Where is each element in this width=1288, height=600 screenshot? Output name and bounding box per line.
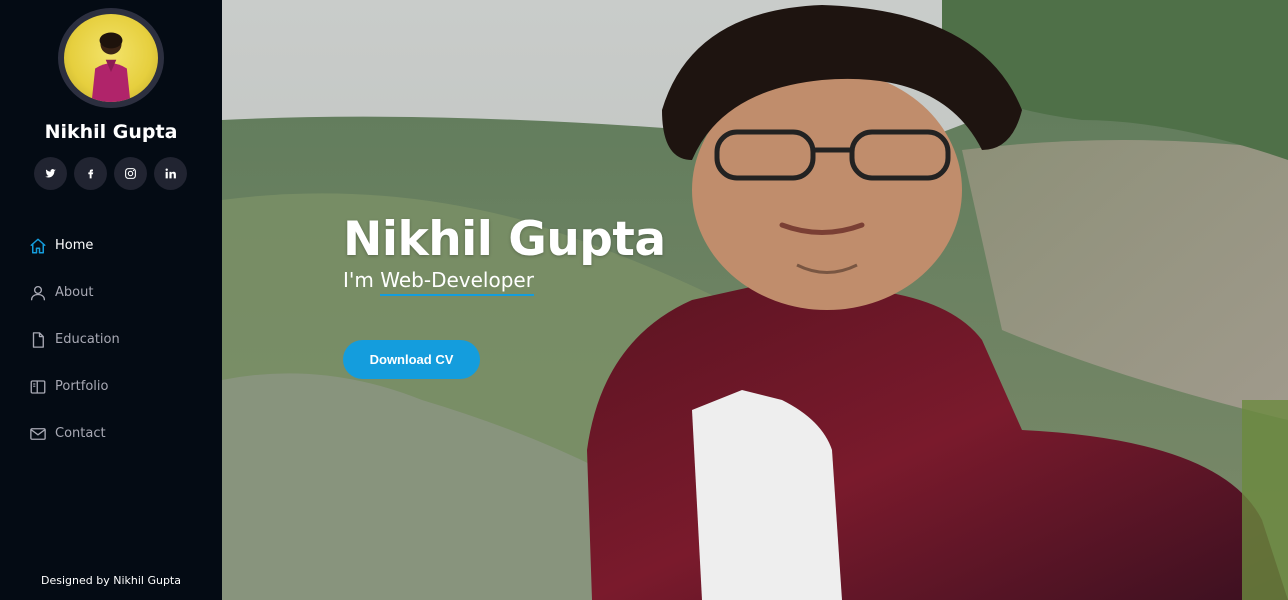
facebook-link[interactable] <box>74 157 107 190</box>
home-icon <box>28 236 47 255</box>
book-icon <box>28 377 47 396</box>
instagram-link[interactable] <box>114 157 147 190</box>
envelope-icon <box>28 424 47 443</box>
twitter-link[interactable] <box>34 157 67 190</box>
nav-item-label: Contact <box>55 426 106 441</box>
user-icon <box>28 283 47 302</box>
sidebar: Nikhil Gupta Home About Education Portfo… <box>0 0 222 600</box>
facebook-icon <box>88 169 94 179</box>
twitter-icon <box>45 169 56 178</box>
nav-item-label: Home <box>55 238 94 253</box>
hero-background-photo <box>222 0 1288 600</box>
avatar-image <box>91 32 131 102</box>
nav-item-education[interactable]: Education <box>28 316 120 363</box>
instagram-icon <box>125 168 136 179</box>
file-icon <box>28 330 47 349</box>
hero-subtitle-prefix: I'm <box>343 268 381 292</box>
nav-item-contact[interactable]: Contact <box>28 410 120 457</box>
footer-credit: Designed by Nikhil Gupta <box>41 574 181 587</box>
nav-item-label: Portfolio <box>55 379 109 394</box>
hero-subtitle: I'm Web-Developer <box>343 268 534 296</box>
nav-item-about[interactable]: About <box>28 269 120 316</box>
main-nav: Home About Education Portfolio Contact <box>28 222 120 457</box>
hero-section: Nikhil Gupta I'm Web-Developer Download … <box>222 0 1288 600</box>
linkedin-icon <box>165 168 176 179</box>
social-links <box>34 157 187 190</box>
profile-name: Nikhil Gupta <box>44 121 178 143</box>
nav-item-portfolio[interactable]: Portfolio <box>28 363 120 410</box>
hero-title: Nikhil Gupta <box>343 212 666 267</box>
download-cv-button[interactable]: Download CV <box>343 340 480 379</box>
linkedin-link[interactable] <box>154 157 187 190</box>
avatar <box>58 8 164 108</box>
typed-role: Web-Developer <box>380 268 534 296</box>
nav-item-label: Education <box>55 332 120 347</box>
nav-item-label: About <box>55 285 94 300</box>
nav-item-home[interactable]: Home <box>28 222 120 269</box>
